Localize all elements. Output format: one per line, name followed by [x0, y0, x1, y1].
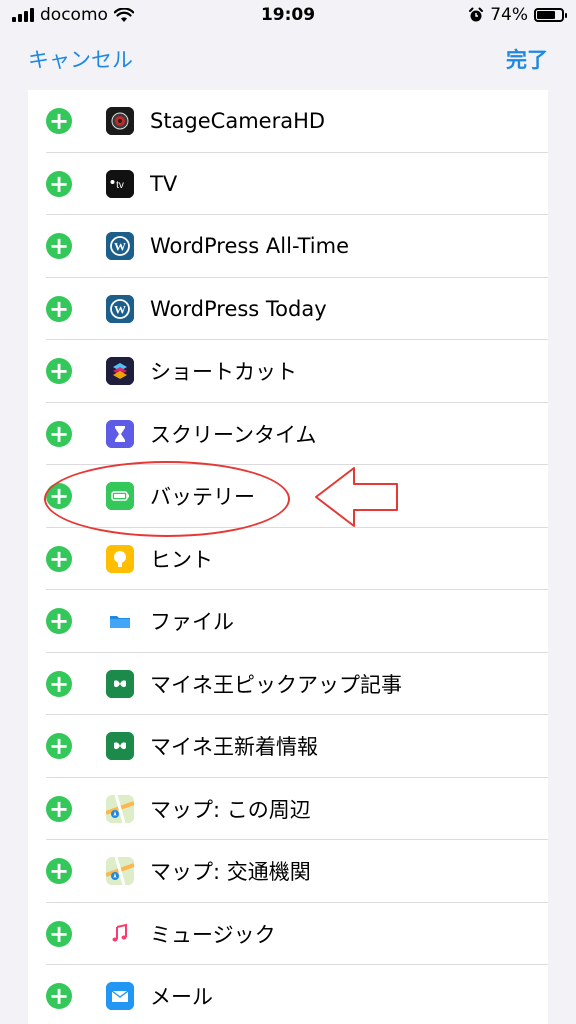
add-widget-button[interactable]: + [46, 983, 72, 1010]
alarm-icon [469, 7, 484, 22]
item-label: TV [150, 171, 178, 196]
add-widget-button[interactable]: + [46, 233, 72, 260]
list-item[interactable]: + スクリーンタイム [28, 403, 548, 466]
item-label: メール [150, 985, 213, 1010]
add-widget-button[interactable]: + [46, 795, 72, 822]
item-label: マイネ王ピックアップ記事 [150, 672, 402, 697]
add-widget-button[interactable]: + [46, 170, 72, 197]
item-label: ヒント [150, 547, 213, 572]
list-item[interactable]: + ヒント [28, 528, 548, 591]
done-button[interactable]: 完了 [506, 44, 548, 74]
list-item[interactable]: + StageCameraHD [28, 90, 548, 153]
mineo-icon [106, 732, 134, 761]
hourglass-icon [106, 419, 134, 448]
left-arrow-icon [315, 467, 398, 527]
list-item[interactable]: + tv TV [28, 153, 548, 216]
list-item[interactable]: + W WordPress Today [28, 278, 548, 341]
item-label: ショートカット [150, 360, 297, 385]
list-item[interactable]: + メール [28, 965, 548, 1024]
item-label: マイネ王新着情報 [150, 735, 318, 760]
item-label: マップ: 交通機関 [150, 860, 311, 885]
battery-percent: 74% [490, 5, 528, 25]
item-label: マップ: この周辺 [150, 797, 311, 822]
add-widget-button[interactable]: + [46, 108, 72, 135]
add-widget-button[interactable]: + [46, 545, 72, 572]
list-item[interactable]: + マップ: この周辺 [28, 778, 548, 841]
svg-text:W: W [114, 240, 126, 254]
battery-level [537, 11, 555, 19]
add-widget-button[interactable]: + [46, 608, 72, 635]
tv-icon: tv [106, 169, 134, 198]
wordpress-icon: W [106, 294, 134, 323]
music-icon [106, 919, 134, 948]
list-item[interactable]: + マップ: 交通機関 [28, 840, 548, 903]
status-bar: docomo 19:09 74% [0, 0, 576, 30]
add-widget-button[interactable]: + [46, 733, 72, 760]
widget-list: + StageCameraHD + tv TV + W WordPress Al… [28, 90, 548, 1024]
list-item[interactable]: + W WordPress All-Time [28, 215, 548, 278]
nav-bar: キャンセル 完了 [0, 30, 576, 88]
add-widget-button[interactable]: + [46, 920, 72, 947]
item-label: ファイル [150, 610, 234, 635]
shortcuts-icon [106, 357, 134, 386]
mail-icon [106, 982, 134, 1011]
list-item[interactable]: + マイネ王ピックアップ記事 [28, 653, 548, 716]
list-item[interactable]: + ショートカット [28, 340, 548, 403]
mineo-icon [106, 669, 134, 698]
lightbulb-icon [106, 544, 134, 573]
maps-icon [106, 857, 134, 886]
list-item[interactable]: + ファイル [28, 590, 548, 653]
folder-icon [106, 607, 134, 636]
svg-text:W: W [114, 302, 126, 316]
add-widget-button[interactable]: + [46, 358, 72, 385]
add-widget-button[interactable]: + [46, 420, 72, 447]
item-label: WordPress All-Time [150, 234, 349, 259]
add-widget-button[interactable]: + [46, 295, 72, 322]
item-label: ミュージック [150, 922, 276, 947]
highlight-circle [44, 461, 290, 537]
svg-text:tv: tv [116, 180, 124, 191]
list-item[interactable]: + ミュージック [28, 903, 548, 966]
cancel-button[interactable]: キャンセル [28, 44, 133, 74]
status-right: 74% [468, 5, 567, 25]
maps-icon [106, 794, 134, 823]
item-label: スクリーンタイム [150, 422, 317, 447]
item-label: WordPress Today [150, 296, 327, 321]
wordpress-icon: W [106, 232, 134, 261]
list-item[interactable]: + マイネ王新着情報 [28, 715, 548, 778]
stagecamera-icon [106, 107, 134, 136]
battery-icon [534, 8, 567, 22]
add-widget-button[interactable]: + [46, 858, 72, 885]
item-label: StageCameraHD [150, 109, 326, 134]
add-widget-button[interactable]: + [46, 670, 72, 697]
